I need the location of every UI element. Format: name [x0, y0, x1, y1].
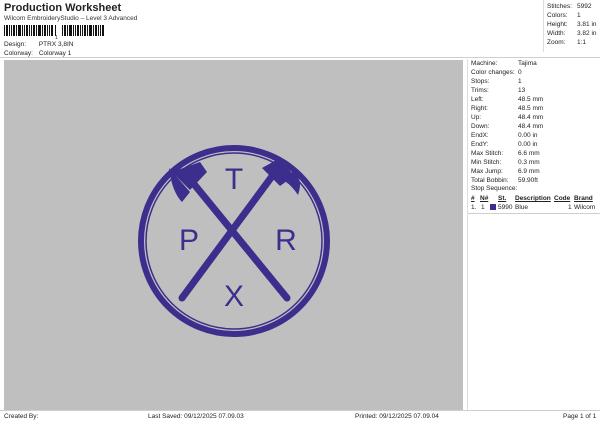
stitches-value: 5992: [577, 3, 592, 10]
width-value: 3.82 in: [577, 30, 597, 37]
zoom-row: Zoom: 1:1: [547, 39, 586, 46]
endx-label: EndX:: [471, 132, 489, 139]
seq-row-index: 1.: [471, 204, 477, 211]
stops-row: Stops: 1: [471, 78, 522, 85]
width-row: Width: 3.82 in: [547, 30, 597, 37]
stitches-label: Stitches:: [547, 3, 572, 10]
up-value: 48.4 mm: [518, 114, 544, 121]
height-value: 3.81 in: [577, 21, 597, 28]
colors-label: Colors:: [547, 12, 568, 19]
thread-color-swatch: [490, 204, 496, 210]
max-stitch-row: Max Stitch: 6.6 mm: [471, 150, 540, 157]
seq-header-stitches: St.: [498, 195, 507, 202]
right-label: Right:: [471, 105, 488, 112]
created-by: Created By:: [4, 413, 39, 420]
colors-value: 1: [577, 12, 581, 19]
software-subtitle: Wilcom EmbroideryStudio – Level 3 Advanc…: [4, 15, 138, 22]
colors-row: Colors: 1: [547, 12, 581, 19]
design-row: Design: PTRX 3,8IN: [4, 41, 74, 48]
endy-row: EndY: 0.00 in: [471, 141, 538, 148]
stop-sequence-title: Stop Sequence:: [471, 185, 518, 192]
total-bobbin-value: 59.90ft: [518, 177, 538, 184]
width-label: Width:: [547, 30, 566, 37]
colorway-row: Colorway: Colorway 1: [4, 50, 71, 57]
max-jump-value: 6.9 mm: [518, 168, 540, 175]
color-changes-row: Color changes: 0: [471, 69, 522, 76]
colorway-value: Colorway 1: [38, 50, 72, 57]
up-label: Up:: [471, 114, 482, 121]
zoom-value: 1:1: [577, 39, 587, 46]
machine-label: Machine:: [471, 60, 498, 67]
endy-label: EndY:: [471, 141, 489, 148]
trims-value: 13: [518, 87, 526, 94]
stops-label: Stops:: [471, 78, 490, 85]
letter-top: T: [225, 163, 243, 196]
machine-info-panel: Machine: Tajima Color changes: 0 Stops: 1 T…: [467, 59, 600, 410]
stats-panel: Stitches: 5992 Colors: 1 Height: 3.81 in Wi…: [543, 0, 600, 52]
left-row: Left: 48.5 mm: [471, 96, 543, 103]
barcode-image: [4, 25, 104, 36]
design-preview: T P R X: [4, 60, 463, 410]
height-row: Height: 3.81 in: [547, 21, 597, 28]
worksheet-title: Production Worksheet: [4, 2, 122, 14]
embroidery-design: T P R X: [138, 145, 330, 337]
letter-right: R: [275, 224, 297, 257]
letter-bottom: X: [224, 280, 244, 313]
endy-value: 0.00 in: [518, 141, 538, 148]
last-saved: Last Saved: 09/12/2025 07.09.03: [148, 413, 244, 420]
sequence-divider: [468, 213, 600, 214]
min-stitch-label: Min Stitch:: [471, 159, 502, 166]
page-number: Page 1 of 1: [563, 413, 597, 420]
header-divider: [0, 57, 600, 58]
max-jump-row: Max Jump: 6.9 mm: [471, 168, 540, 175]
min-stitch-value: 0.3 mm: [518, 159, 540, 166]
seq-header-description: Description: [515, 195, 551, 202]
seq-header-code: Code: [554, 195, 571, 202]
printed-date: Printed: 09/12/2025 07.09.04: [355, 413, 439, 420]
total-bobbin-row: Total Bobbin: 59.90ft: [471, 177, 538, 184]
endx-row: EndX: 0.00 in: [471, 132, 538, 139]
letter-left: P: [179, 224, 199, 257]
left-label: Left:: [471, 96, 484, 103]
trims-label: Trims:: [471, 87, 489, 94]
color-changes-label: Color changes:: [471, 69, 515, 76]
right-row: Right: 48.5 mm: [471, 105, 543, 112]
trims-row: Trims: 13: [471, 87, 525, 94]
down-label: Down:: [471, 123, 490, 130]
max-stitch-label: Max Stitch:: [471, 150, 504, 157]
footer-divider: [0, 410, 600, 411]
up-row: Up: 48.4 mm: [471, 114, 543, 121]
height-label: Height:: [547, 21, 568, 28]
seq-header-n: N#: [480, 195, 489, 202]
down-value: 48.4 mm: [518, 123, 544, 130]
seq-header-brand: Brand: [574, 195, 593, 202]
stops-value: 1: [518, 78, 522, 85]
machine-value: Tajima: [518, 60, 537, 67]
endx-value: 0.00 in: [518, 132, 538, 139]
seq-row-description: Blue: [515, 204, 529, 211]
max-stitch-value: 6.6 mm: [518, 150, 540, 157]
color-changes-value: 0: [518, 69, 522, 76]
machine-row: Machine: Tajima: [471, 60, 537, 67]
total-bobbin-label: Total Bobbin:: [471, 177, 509, 184]
seq-row-n: 1: [481, 204, 485, 211]
right-value: 48.5 mm: [518, 105, 544, 112]
down-row: Down: 48.4 mm: [471, 123, 543, 130]
seq-row-code: 1: [568, 204, 572, 211]
seq-row-stitches: 5990: [498, 204, 513, 211]
design-value: PTRX 3,8IN: [38, 41, 74, 48]
colorway-label: Colorway:: [4, 50, 33, 57]
max-jump-label: Max Jump:: [471, 168, 503, 175]
seq-header-index: #: [471, 195, 475, 202]
zoom-label: Zoom:: [547, 39, 566, 46]
left-value: 48.5 mm: [518, 96, 544, 103]
min-stitch-row: Min Stitch: 0.3 mm: [471, 159, 540, 166]
stitches-row: Stitches: 5992: [547, 3, 591, 10]
seq-row-brand: Wilcom: [574, 204, 596, 211]
design-label: Design:: [4, 41, 27, 48]
